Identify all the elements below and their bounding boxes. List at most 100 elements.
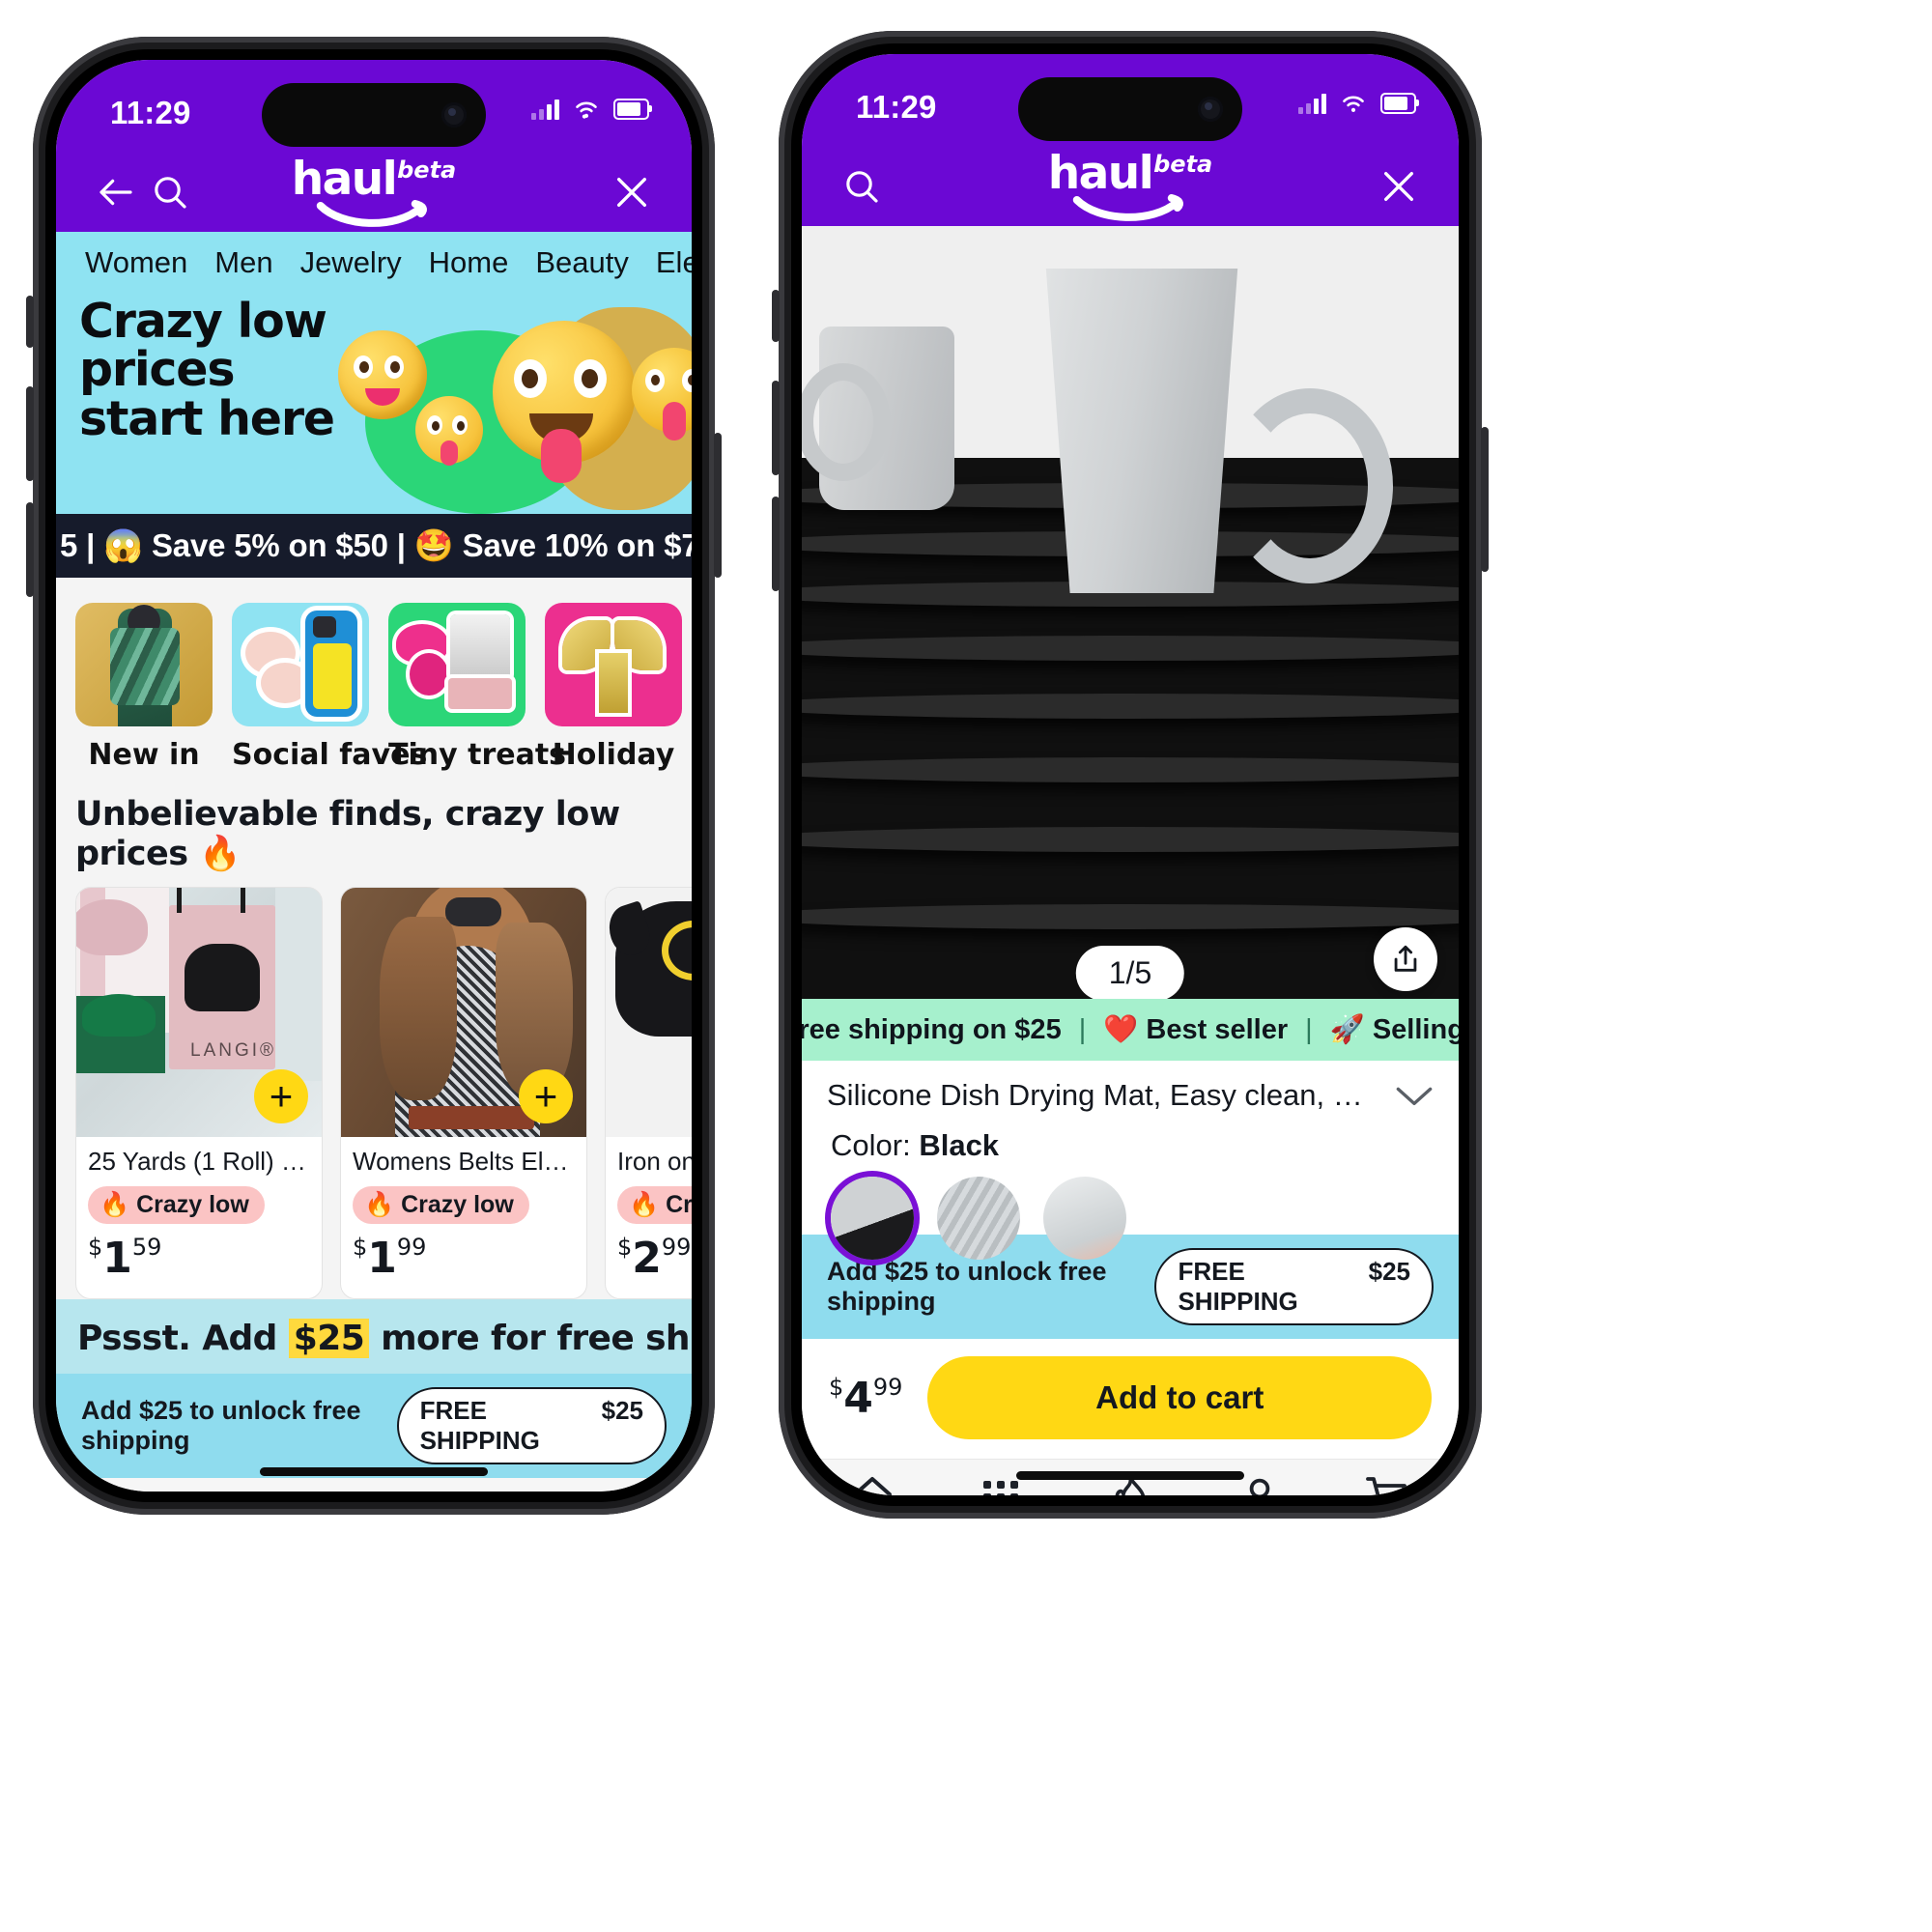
product-title: Iron on P <box>617 1147 692 1176</box>
product-title-row[interactable]: Silicone Dish Drying Mat, Easy clean, Ec… <box>802 1061 1459 1122</box>
add-to-cart-button[interactable]: Add to cart <box>927 1356 1432 1439</box>
badge-separator: | <box>1078 1013 1087 1045</box>
color-swatch-black[interactable] <box>831 1177 914 1260</box>
free-shipping-bar[interactable]: Add $25 to unlock free shipping FREE SHI… <box>802 1235 1459 1339</box>
status-icons <box>1298 93 1419 114</box>
status-icons <box>531 99 652 120</box>
chip-value: $25 <box>1368 1257 1410 1286</box>
add-to-cart-plus-button[interactable]: + <box>254 1069 308 1123</box>
search-icon[interactable] <box>143 165 197 219</box>
category-tab-4[interactable]: Beauty <box>535 245 629 280</box>
tile-label: Holiday <box>552 738 675 772</box>
price-integer: 2 <box>632 1234 662 1283</box>
product-card[interactable]: LANGI® + 25 Yards (1 Roll) 1/4" ... 🔥 Cr… <box>75 887 323 1299</box>
phone-right: 11:29 haulbeta 1/5 ree shipping on $25 |… <box>772 31 1489 1519</box>
add-to-cart-plus-button[interactable]: + <box>519 1069 573 1123</box>
product-card[interactable]: + Iron on P 🔥 Crazy $299 <box>605 887 692 1299</box>
product-image: LANGI® + <box>76 888 322 1137</box>
haul-logo: haulbeta <box>292 156 457 231</box>
color-swatch-white[interactable] <box>1043 1177 1126 1260</box>
gallery-counter: 1/5 <box>1075 946 1185 999</box>
volume-up-button[interactable] <box>772 381 780 475</box>
logo-beta: beta <box>1153 151 1213 179</box>
crazy-low-badge: 🔥 Crazy <box>617 1186 692 1224</box>
price-decimal: 99 <box>661 1234 692 1261</box>
product-price: $199 <box>353 1234 575 1283</box>
nav-item-home[interactable]: Home <box>814 1475 930 1495</box>
badge-separator: | <box>1305 1013 1313 1045</box>
search-icon[interactable] <box>835 159 889 213</box>
back-arrow-icon[interactable] <box>89 165 143 219</box>
chevron-down-icon[interactable] <box>1395 1083 1434 1108</box>
hero-line-3: start here <box>79 390 335 446</box>
product-gallery[interactable]: 1/5 <box>802 226 1459 999</box>
cellular-signal-icon <box>1298 93 1326 114</box>
products-section: Unbelievable finds, crazy low prices 🔥 L… <box>56 780 692 1299</box>
volume-down-button[interactable] <box>772 497 780 591</box>
product-card[interactable]: + Womens Belts Elastic ... 🔥 Crazy low $… <box>340 887 587 1299</box>
phone-bezel: 11:29 <box>45 49 702 1502</box>
bottom-nav-left[interactable]: Home Categories Crazy low Me <box>56 1478 692 1492</box>
tile-social-faves[interactable]: Social faves <box>232 603 427 772</box>
price-currency: $ <box>88 1234 103 1261</box>
category-tab-1[interactable]: Men <box>214 245 272 280</box>
price-currency: $ <box>829 1373 844 1401</box>
battery-icon <box>613 99 652 120</box>
power-button[interactable] <box>714 433 722 578</box>
hero-banner[interactable]: Crazy low prices start here <box>56 290 692 514</box>
cart-icon <box>1366 1477 1407 1495</box>
price-decimal: 59 <box>131 1234 162 1261</box>
battery-icon <box>1380 93 1419 114</box>
category-tab-3[interactable]: Home <box>429 245 509 280</box>
front-camera-icon <box>1198 97 1223 122</box>
logo-beta: beta <box>397 156 457 185</box>
volume-up-button[interactable] <box>26 386 34 481</box>
tile-tiny-treats[interactable]: Tiny treats <box>388 603 566 772</box>
home-indicator[interactable] <box>1016 1471 1244 1480</box>
mute-switch[interactable] <box>26 296 34 348</box>
nav-item-cart[interactable]: Cart <box>1330 1475 1446 1495</box>
price-currency: $ <box>617 1234 633 1261</box>
savings-ticker: 5 | 😱 Save 5% on $50 | 🤩 Save 10% on $75… <box>56 514 692 578</box>
product-carousel[interactable]: LANGI® + 25 Yards (1 Roll) 1/4" ... 🔥 Cr… <box>56 887 692 1299</box>
badge-selling-fast: 🚀 Selling fast <box>1329 1014 1459 1045</box>
category-tab-5[interactable]: Electronics <box>656 245 692 280</box>
crazy-low-badge: 🔥 Crazy low <box>353 1186 529 1224</box>
status-clock: 11:29 <box>110 95 191 130</box>
price-currency: $ <box>353 1234 368 1261</box>
close-icon[interactable] <box>1372 159 1426 213</box>
mute-switch[interactable] <box>772 290 780 342</box>
nudge-amount: $25 <box>288 1319 370 1358</box>
category-tab-0[interactable]: Women <box>85 245 187 280</box>
badge-free-shipping: 🙂 Free shipping on $25 <box>802 1014 1062 1045</box>
tile-holiday[interactable]: Holiday <box>545 603 682 772</box>
close-icon[interactable] <box>605 165 659 219</box>
color-value: Black <box>919 1128 1000 1162</box>
pdp-price: $499 <box>829 1374 902 1423</box>
nudge-post: more for free shipping! <box>381 1319 692 1358</box>
tile-thumb <box>75 603 213 726</box>
chip-label: FREE SHIPPING <box>419 1396 540 1455</box>
power-button[interactable] <box>1481 427 1489 572</box>
home-icon <box>852 1477 892 1495</box>
volume-down-button[interactable] <box>26 502 34 597</box>
color-swatch-gray[interactable] <box>937 1177 1020 1260</box>
phone-left: 11:29 haulbeta Women Men Jewelry Home Be… <box>26 37 722 1515</box>
product-image: + <box>606 888 692 1137</box>
status-clock: 11:29 <box>856 89 937 125</box>
cellular-signal-icon <box>531 99 559 120</box>
product-title: Silicone Dish Drying Mat, Easy clean, Ec… <box>827 1078 1381 1112</box>
free-shipping-bar[interactable]: Add $25 to unlock free shipping FREE SHI… <box>56 1374 692 1478</box>
buy-row: $499 Add to cart <box>802 1339 1459 1459</box>
nudge-pre: Pssst. Add <box>77 1319 289 1358</box>
logo-wordmark: haul <box>1047 147 1154 200</box>
price-decimal: 99 <box>872 1373 903 1401</box>
price-integer: 1 <box>102 1234 132 1283</box>
hero-line-2: prices <box>79 342 235 398</box>
category-nav[interactable]: Women Men Jewelry Home Beauty Electronic… <box>56 232 692 290</box>
home-indicator[interactable] <box>260 1467 488 1476</box>
tile-label: New in <box>88 738 200 772</box>
share-icon[interactable] <box>1374 927 1437 991</box>
tile-new-in[interactable]: New in <box>75 603 213 772</box>
category-tab-2[interactable]: Jewelry <box>300 245 402 280</box>
